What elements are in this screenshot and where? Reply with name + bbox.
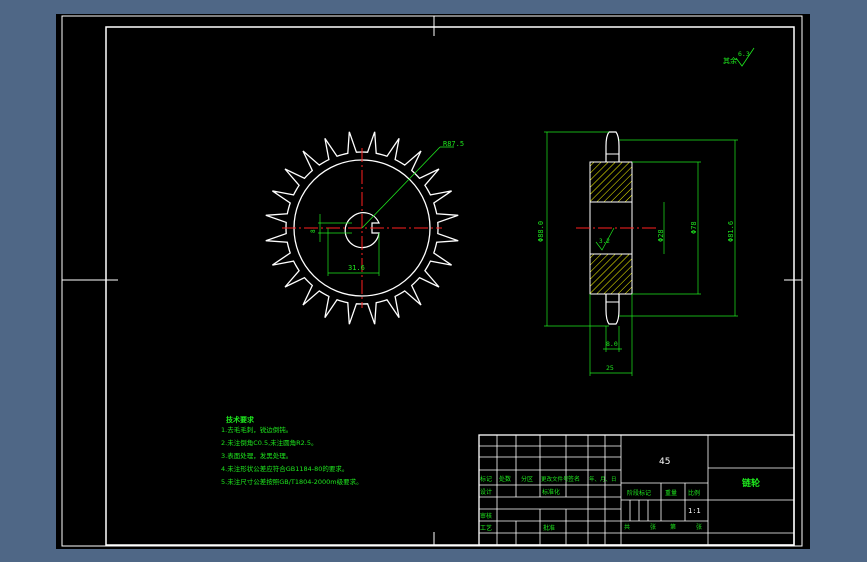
inner-frame bbox=[105, 26, 795, 546]
title-material: 45 bbox=[659, 457, 670, 467]
front-view: R87.5 8 31.6 bbox=[265, 131, 464, 325]
title-weight-label: 重量 bbox=[665, 489, 677, 497]
cad-viewport[interactable]: R87.5 8 31.6 Φ88.0 Φ81.6 Φ78 Φ28 3.2 8.0… bbox=[56, 14, 810, 549]
side-view: Φ88.0 Φ81.6 Φ78 Φ28 3.2 8.0 25 bbox=[537, 131, 738, 376]
dim-hub-offset: 31.6 bbox=[348, 264, 365, 272]
title-scale: 1:1 bbox=[688, 507, 701, 515]
surface-finish-note: 其余 6.3 bbox=[723, 47, 755, 67]
title-row-design: 设计 bbox=[480, 488, 492, 496]
title-header-5: 年、月、日 bbox=[589, 475, 617, 483]
dim-tooth-width: 8.0 bbox=[606, 340, 618, 348]
dim-pitch-circle: R87.5 bbox=[443, 140, 464, 148]
title-header-4: 签名 bbox=[568, 475, 580, 483]
title-header-2: 分区 bbox=[521, 475, 533, 483]
surface-finish-value: 6.3 bbox=[738, 50, 750, 58]
title-sheet-total: 共 bbox=[624, 523, 630, 531]
tech-req-item: 2.未注倒角C0.5,未注圆角R2.5。 bbox=[221, 438, 318, 447]
title-part-name: 链轮 bbox=[742, 477, 760, 489]
surface-finish-label: 其余 bbox=[723, 56, 737, 65]
title-row-process: 工艺 bbox=[480, 524, 492, 532]
title-sheet-label: 张 bbox=[650, 523, 656, 531]
outer-frame bbox=[61, 15, 803, 547]
dim-root-diameter: Φ81.6 bbox=[727, 221, 735, 242]
title-approve-label: 批准 bbox=[543, 524, 555, 532]
tech-req-item: 1.去毛毛刺，锐边倒钝。 bbox=[221, 425, 292, 434]
title-stage-label: 阶段标记 bbox=[627, 489, 651, 497]
tooth-profile-bottom bbox=[605, 294, 620, 325]
tech-requirements: 技术要求 1.去毛毛刺，锐边倒钝。 2.未注倒角C0.5,未注圆角R2.5。 3… bbox=[221, 415, 363, 486]
title-sheet-label2: 张 bbox=[696, 523, 702, 531]
drawing-sheet: R87.5 8 31.6 Φ88.0 Φ81.6 Φ78 Φ28 3.2 8.0… bbox=[61, 15, 803, 547]
dim-bore: Φ28 bbox=[657, 229, 665, 242]
tech-req-item: 4.未注形状公差应符合GB1184-80的要求。 bbox=[221, 464, 348, 473]
dim-outer-diameter: Φ88.0 bbox=[537, 221, 545, 242]
tech-req-item: 5.未注尺寸公差按照GB/T1804-2000m级要求。 bbox=[221, 477, 363, 486]
hub-section-upper bbox=[589, 161, 633, 203]
dim-total-width: 25 bbox=[606, 364, 614, 372]
title-row-standardize: 标准化 bbox=[542, 488, 560, 496]
title-sheet-num: 第 bbox=[670, 523, 676, 531]
dim-keyway-width: 8 bbox=[310, 229, 317, 233]
tooth-profile-top bbox=[605, 131, 620, 162]
title-scale-label: 比例 bbox=[688, 489, 700, 497]
title-header-1: 处数 bbox=[499, 475, 511, 483]
tech-req-item: 3.表面处理，发黑处理。 bbox=[221, 451, 292, 460]
hub-section-lower bbox=[589, 253, 633, 295]
dim-roughness-small: 3.2 bbox=[599, 238, 610, 245]
title-row-review: 审核 bbox=[480, 512, 492, 520]
title-header-0: 标记 bbox=[480, 475, 492, 483]
dim-hub-diameter: Φ78 bbox=[690, 221, 698, 234]
tech-req-title: 技术要求 bbox=[226, 415, 255, 424]
title-header-3: 更改文件号 bbox=[541, 475, 569, 483]
